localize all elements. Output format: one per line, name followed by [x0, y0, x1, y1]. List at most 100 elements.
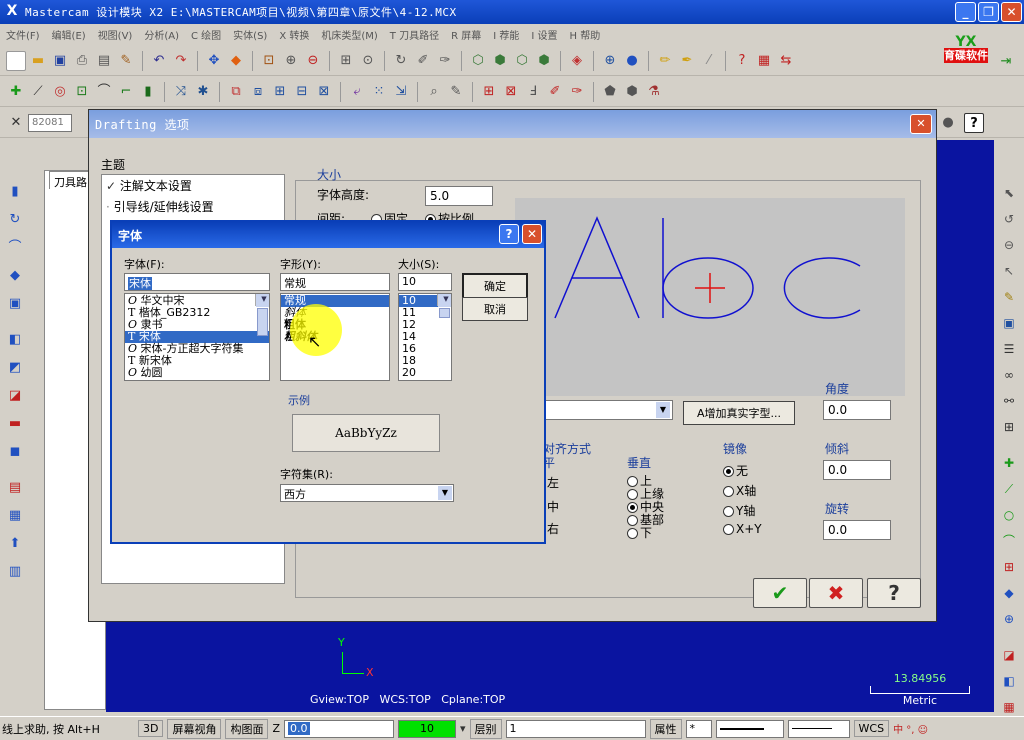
angle-input[interactable]: 0.0	[823, 400, 891, 420]
font-dialog-close-button[interactable]: ✕	[522, 224, 542, 244]
print-preview-icon[interactable]: ▤	[94, 51, 114, 71]
menu-settings[interactable]: I 设置	[525, 27, 563, 42]
left-hole-icon[interactable]: ⬆	[5, 534, 25, 554]
properties-icon[interactable]: ✎	[116, 51, 136, 71]
help-arrow-icon[interactable]: ?	[732, 51, 752, 71]
menu-draw[interactable]: C 绘图	[185, 27, 227, 42]
mirror-none-radio[interactable]: 无	[723, 462, 748, 479]
point-icon[interactable]: ✚	[6, 82, 26, 102]
right-circle-icon[interactable]: ○	[999, 505, 1019, 525]
scroll-down-icon[interactable]: ▼	[256, 294, 269, 306]
pencil-icon[interactable]: ✏	[655, 51, 675, 71]
mirror-xy-radio[interactable]: X+Y	[723, 522, 762, 536]
tree-item-note-text[interactable]: ✓ 注解文本设置	[102, 175, 284, 196]
toolbar-states-icon[interactable]: ⇆	[776, 51, 796, 71]
array-icon[interactable]: ⇲	[391, 82, 411, 102]
font-ok-button[interactable]: 确定	[462, 273, 528, 299]
scale-icon[interactable]: ⊟	[292, 82, 312, 102]
analyze-icon[interactable]: ✎	[446, 82, 466, 102]
trim-icon[interactable]: ⤨	[171, 82, 191, 102]
left-grid-icon[interactable]: ▦	[5, 506, 25, 526]
right-pick-icon[interactable]: ↖	[999, 261, 1019, 281]
right-save-icon[interactable]: ▣	[999, 313, 1019, 333]
open-folder-icon[interactable]: ▬	[28, 51, 48, 71]
line-style-select[interactable]	[715, 719, 784, 738]
line-icon[interactable]: ⟋	[28, 82, 48, 102]
right-add-icon[interactable]: ✚	[999, 453, 1019, 473]
zoom-selected-icon[interactable]: ⊞	[336, 51, 356, 71]
font-select[interactable]: ▼	[529, 400, 673, 420]
right-rect-icon[interactable]: ⊞	[999, 557, 1019, 577]
color-arrow-icon[interactable]: ▾	[460, 722, 466, 735]
z-depth-input[interactable]: 0.0	[284, 719, 395, 738]
menu-edit[interactable]: 编辑(E)	[46, 27, 92, 42]
3d-button[interactable]: 3D	[138, 720, 164, 737]
menu-machine-type[interactable]: 机床类型(M)	[315, 27, 383, 42]
wcs-button[interactable]: WCS	[853, 720, 890, 737]
drafting-cancel-button[interactable]: ✖	[809, 578, 863, 608]
color-field[interactable]: 10	[398, 719, 457, 738]
right-grid-icon[interactable]: ⊞	[999, 417, 1019, 437]
point-style-select[interactable]: *	[685, 719, 712, 738]
menu-view[interactable]: 视图(V)	[92, 27, 139, 42]
side-view-icon[interactable]: ⬢	[534, 51, 554, 71]
rotate-input[interactable]: 0.0	[823, 520, 891, 540]
right-list-icon[interactable]: ☰	[999, 339, 1019, 359]
font-list-item[interactable]: O 幼圆	[125, 367, 269, 379]
right-grid2-icon[interactable]: ▦	[999, 697, 1019, 717]
fillet-icon[interactable]: ⊡	[72, 82, 92, 102]
font-dialog-help-button[interactable]: ?	[499, 224, 519, 244]
left-revolve-icon[interactable]: ↻	[5, 210, 25, 230]
print-icon[interactable]: ⎙	[72, 51, 92, 71]
iso-view-icon[interactable]: ⬡	[468, 51, 488, 71]
frame-icon[interactable]: ⊠	[501, 82, 521, 102]
right-undo-icon[interactable]: ↺	[999, 209, 1019, 229]
right-shape-icon[interactable]: ◪	[999, 645, 1019, 665]
redo-icon[interactable]: ↷	[171, 51, 191, 71]
flask-icon[interactable]: ⚗	[644, 82, 664, 102]
size-list-item[interactable]: 20	[399, 367, 451, 379]
note-icon[interactable]: ✐	[545, 82, 565, 102]
shading-icon[interactable]: ●	[622, 51, 642, 71]
cube-view-icon[interactable]: ◈	[567, 51, 587, 71]
size-list[interactable]: 10 11 12 14 16 18 20 ▲ ▼	[398, 293, 452, 381]
ribbon-help-icon[interactable]: ?	[964, 113, 984, 133]
zoom-magnify-icon[interactable]: ⊙	[358, 51, 378, 71]
dim-icon[interactable]: Ⅎ	[523, 82, 543, 102]
chamfer-icon[interactable]: ⌐	[116, 82, 136, 102]
ribbon-record-icon[interactable]: ●	[938, 113, 958, 133]
construct-plane-button[interactable]: 构图面	[225, 718, 269, 739]
right-chain-icon[interactable]: ⊖	[999, 235, 1019, 255]
attributes-button[interactable]: 属性	[649, 718, 682, 739]
undo-icon[interactable]: ↶	[149, 51, 169, 71]
minimize-button[interactable]: _	[955, 2, 976, 22]
font-cancel-button[interactable]: 取消	[462, 297, 528, 321]
menu-screen[interactable]: R 屏幕	[445, 27, 487, 42]
zoom-target-icon[interactable]: ⊕	[281, 51, 301, 71]
globe-icon[interactable]: ⊕	[600, 51, 620, 71]
style-input[interactable]: 常规	[280, 273, 390, 291]
drafting-help-button[interactable]: ?	[867, 578, 921, 608]
menu-file[interactable]: 文件(F)	[0, 27, 46, 42]
left-list-icon[interactable]: ▥	[5, 562, 25, 582]
new-file-icon[interactable]	[6, 50, 26, 71]
menu-transform[interactable]: X 转换	[273, 27, 315, 42]
transform-icon[interactable]: ⧉	[226, 82, 246, 102]
unhide-icon[interactable]: ✑	[435, 51, 455, 71]
rotate-icon[interactable]: ⊞	[270, 82, 290, 102]
slant-input[interactable]: 0.0	[823, 460, 891, 480]
menu-analyze[interactable]: 分析(A)	[138, 27, 185, 42]
size-input[interactable]: 10	[398, 273, 452, 291]
ribbon-close-icon[interactable]: ✕	[6, 113, 26, 133]
scroll-down-icon[interactable]: ▼	[438, 294, 451, 306]
right-arc-icon[interactable]: ⌒	[999, 531, 1019, 551]
font-name-input[interactable]: 宋体	[124, 273, 270, 291]
scroll-thumb[interactable]	[257, 308, 268, 336]
table-icon[interactable]: ⊞	[479, 82, 499, 102]
hide-icon[interactable]: ✐	[413, 51, 433, 71]
save-icon[interactable]: ▣	[50, 51, 70, 71]
hatch-icon[interactable]: ✑	[567, 82, 587, 102]
right-edit-icon[interactable]: ✎	[999, 287, 1019, 307]
close-button[interactable]: ✕	[1001, 2, 1022, 22]
left-solid-icon[interactable]: ▮	[5, 182, 25, 202]
